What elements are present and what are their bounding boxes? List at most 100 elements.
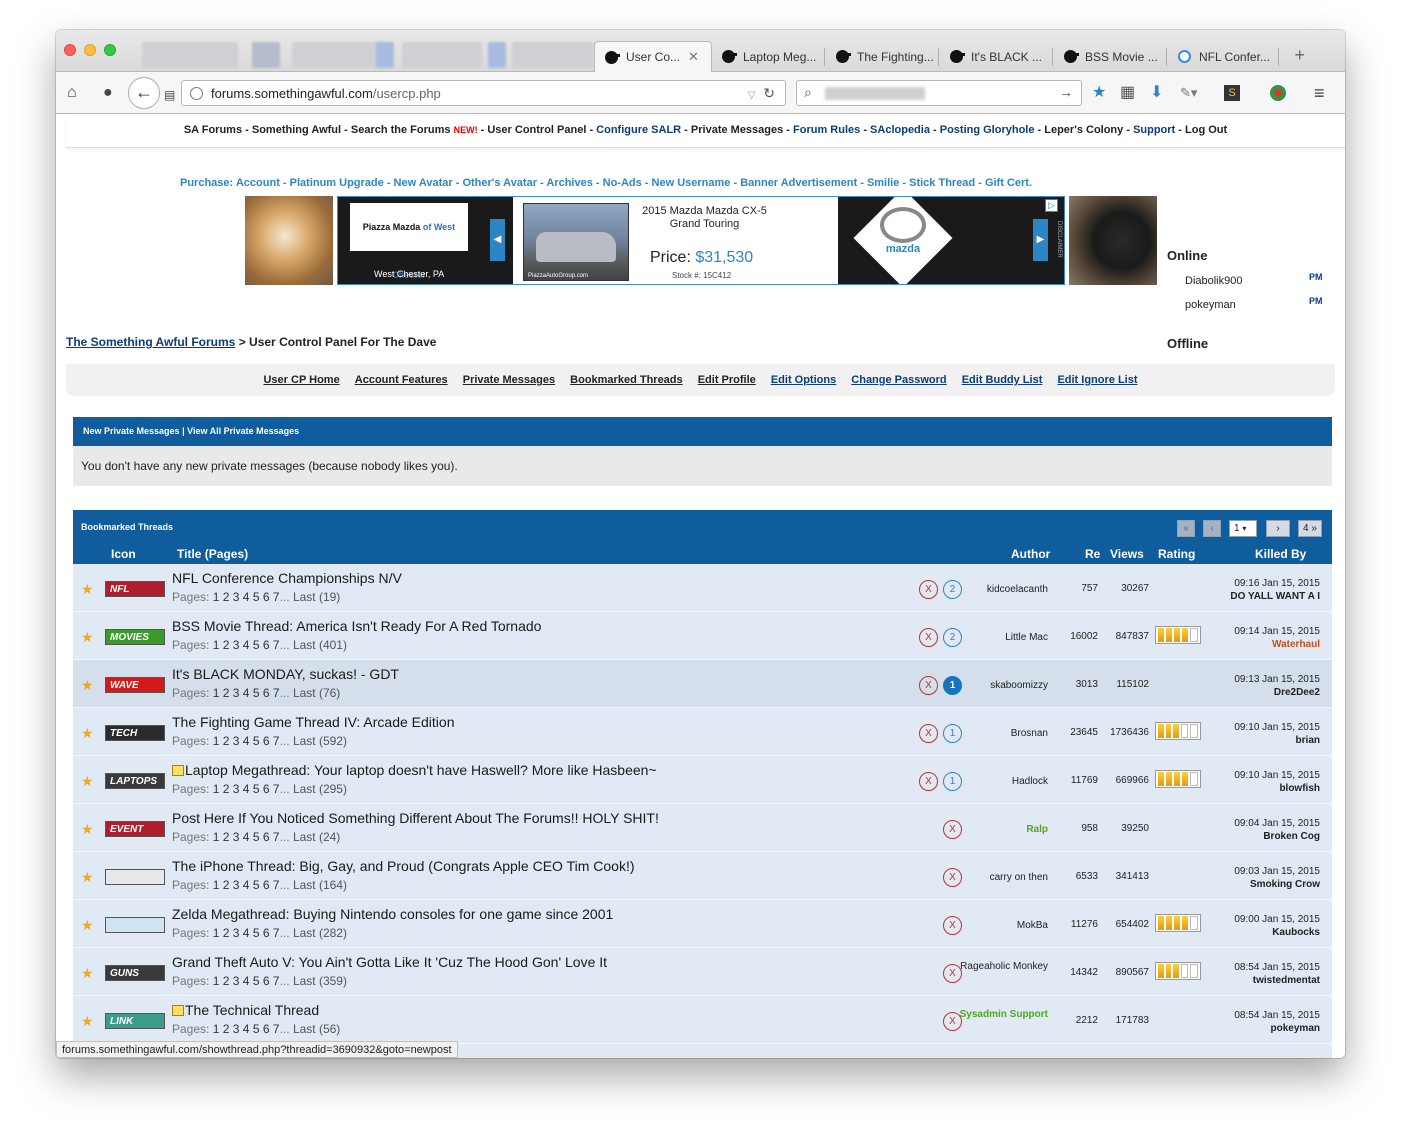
thread-author[interactable]: kidcoelacanth xyxy=(928,583,1048,597)
bookmark-star-icon[interactable]: ★ xyxy=(81,1013,94,1030)
page-link[interactable]: 7 xyxy=(273,926,280,940)
thread-author[interactable]: Rageaholic Monkey xyxy=(928,960,1048,974)
page-select[interactable]: 1 ▾ xyxy=(1229,520,1257,537)
tab-account-features[interactable]: Account Features xyxy=(355,374,448,386)
blurred-tab[interactable] xyxy=(142,42,238,68)
page-link[interactable]: 5 xyxy=(253,734,260,748)
page-link[interactable]: 2 xyxy=(223,734,230,748)
ad-info-icon[interactable]: ▷ xyxy=(1045,199,1058,212)
blurred-tab[interactable] xyxy=(402,42,482,68)
thread-row[interactable]: ★ LINK The Technical Thread Pages: 1 2 3 4 … xyxy=(73,996,1332,1044)
thread-title-link[interactable]: The Technical Thread xyxy=(172,1002,319,1018)
minimize-window-button[interactable] xyxy=(84,44,96,56)
ad-next-arrow-icon[interactable]: ▶ xyxy=(1033,219,1048,261)
page-link[interactable]: 7 xyxy=(273,782,280,796)
page-link[interactable]: 6 xyxy=(263,830,270,844)
bookmark-star-icon[interactable]: ★ xyxy=(81,677,94,694)
pm-buddy-button[interactable]: PM xyxy=(1309,272,1323,282)
purchase-platinum[interactable]: Platinum Upgrade xyxy=(290,177,384,189)
last-page-link[interactable]: Last (24) xyxy=(293,830,340,844)
last-page-link[interactable]: Last (401) xyxy=(293,638,347,652)
thread-row[interactable]: ★ TECH The Fighting Game Thread IV: Arcade… xyxy=(73,708,1332,756)
page-link[interactable]: 6 xyxy=(263,926,270,940)
bookmark-star-icon[interactable]: ★ xyxy=(81,917,94,934)
thread-row[interactable]: ★ Zelda Megathread: Buying Nintendo conso… xyxy=(73,900,1332,948)
last-page-link[interactable]: Last (359) xyxy=(293,974,347,988)
page-link[interactable]: 7 xyxy=(273,638,280,652)
tab-change-password[interactable]: Change Password xyxy=(851,374,946,386)
extension-icon[interactable]: ✎▾ xyxy=(1180,83,1197,103)
tab-nfl[interactable]: NFL Confer... xyxy=(1168,41,1278,72)
download-icon[interactable]: ⬇ xyxy=(1150,83,1163,103)
last-page-button[interactable]: 4 » xyxy=(1298,520,1322,537)
ad-prev-arrow-icon[interactable]: ◀ xyxy=(490,219,505,261)
purchase-no-ads[interactable]: No-Ads xyxy=(603,177,642,189)
thread-author[interactable]: skaboomizzy xyxy=(928,679,1048,693)
page-link[interactable]: 7 xyxy=(273,974,280,988)
url-bar-controls[interactable]: ▽ ↻ xyxy=(748,85,775,102)
page-link[interactable]: 3 xyxy=(233,830,240,844)
page-link[interactable]: 2 xyxy=(223,974,230,988)
last-page-link[interactable]: Last (19) xyxy=(293,590,340,604)
last-page-link[interactable]: Last (295) xyxy=(293,782,347,796)
back-button[interactable]: ← xyxy=(128,77,160,109)
page-link[interactable]: 4 xyxy=(243,782,250,796)
thread-author[interactable]: Ralp xyxy=(928,823,1048,837)
page-link[interactable]: 2 xyxy=(223,878,230,892)
reading-list-icon[interactable]: ▦ xyxy=(1120,83,1135,103)
page-link[interactable]: 4 xyxy=(243,590,250,604)
nav-something-awful[interactable]: Something Awful xyxy=(252,124,341,136)
nav-user-cp[interactable]: User Control Panel xyxy=(487,124,586,136)
page-link[interactable]: 1 xyxy=(213,974,220,988)
tab-black-monday[interactable]: It's BLACK ... xyxy=(940,41,1052,72)
page-link[interactable]: 3 xyxy=(233,686,240,700)
tab-fighting[interactable]: The Fighting... xyxy=(826,41,938,72)
tab-private-messages[interactable]: Private Messages xyxy=(463,374,555,386)
nav-support[interactable]: Support xyxy=(1133,124,1175,136)
page-link[interactable]: 1 xyxy=(213,782,220,796)
page-link[interactable]: 6 xyxy=(263,734,270,748)
blurred-tab[interactable] xyxy=(512,42,594,68)
tab-bookmarked-threads[interactable]: Bookmarked Threads xyxy=(570,374,682,386)
page-info-icon[interactable]: ▤ xyxy=(164,85,175,105)
thread-title-link[interactable]: NFL Conference Championships N/V xyxy=(172,570,402,586)
nav-log-out[interactable]: Log Out xyxy=(1185,124,1227,136)
search-input[interactable]: ⌕ → xyxy=(796,80,1082,106)
salr-icon[interactable]: S xyxy=(1224,85,1240,101)
last-page-link[interactable]: Last (76) xyxy=(293,686,340,700)
last-page-link[interactable]: Last (164) xyxy=(293,878,347,892)
page-link[interactable]: 1 xyxy=(213,590,220,604)
nav-posting-gloryhole[interactable]: Posting Gloryhole xyxy=(940,124,1035,136)
page-link[interactable]: 7 xyxy=(273,830,280,844)
bookmark-star-icon[interactable]: ★ xyxy=(1092,83,1106,103)
page-link[interactable]: 5 xyxy=(253,974,260,988)
page-link[interactable]: 6 xyxy=(263,686,270,700)
blurred-tab[interactable] xyxy=(292,42,382,68)
page-link[interactable]: 5 xyxy=(253,686,260,700)
nav-sa-forums[interactable]: SA Forums xyxy=(184,124,242,136)
page-link[interactable]: 3 xyxy=(233,734,240,748)
thread-author[interactable]: carry on then xyxy=(928,871,1048,885)
new-pm-link[interactable]: New Private Messages xyxy=(83,426,180,436)
page-link[interactable]: 4 xyxy=(243,638,250,652)
view-all-pm-link[interactable]: View All Private Messages xyxy=(187,426,299,436)
blurred-tab[interactable] xyxy=(488,42,506,68)
page-link[interactable]: 1 xyxy=(213,638,220,652)
nav-forum-rules[interactable]: Forum Rules xyxy=(793,124,860,136)
nav-lepers-colony[interactable]: Leper's Colony xyxy=(1044,124,1123,136)
page-link[interactable]: 5 xyxy=(253,878,260,892)
page-link[interactable]: 4 xyxy=(243,926,250,940)
page-link[interactable]: 5 xyxy=(253,926,260,940)
page-link[interactable]: 4 xyxy=(243,1022,250,1036)
page-link[interactable]: 6 xyxy=(263,590,270,604)
thread-row[interactable]: ★ EVENT Post Here If You Noticed Something… xyxy=(73,804,1332,852)
bookmark-star-icon[interactable]: ★ xyxy=(81,629,94,646)
thread-row[interactable]: ★ The iPhone Thread: Big, Gay, and Proud … xyxy=(73,852,1332,900)
bookmark-star-icon[interactable]: ★ xyxy=(81,821,94,838)
page-link[interactable]: 6 xyxy=(263,1022,270,1036)
pm-buddy-button[interactable]: PM xyxy=(1309,296,1323,306)
sa-addon-icon[interactable]: ● xyxy=(103,83,113,103)
thread-title-link[interactable]: The iPhone Thread: Big, Gay, and Proud (… xyxy=(172,858,635,874)
page-link[interactable]: 3 xyxy=(233,590,240,604)
page-link[interactable]: 2 xyxy=(223,638,230,652)
